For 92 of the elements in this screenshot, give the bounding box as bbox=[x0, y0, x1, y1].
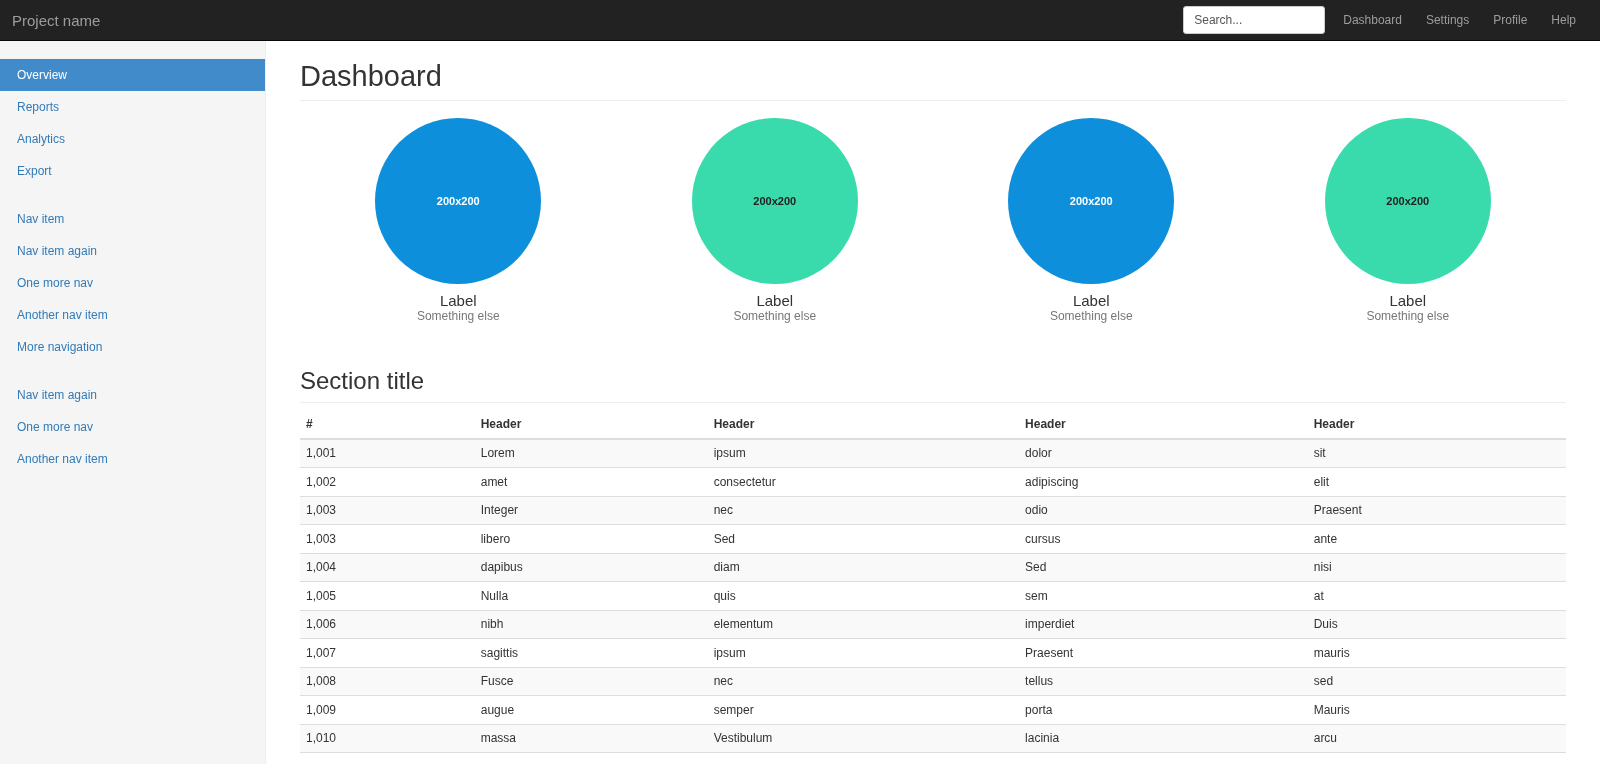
placeholder-caption: Something else bbox=[1049, 308, 1133, 323]
table-cell: 1,002 bbox=[300, 467, 475, 497]
table-cell: consectetur bbox=[707, 467, 1020, 497]
table-cell: quis bbox=[707, 581, 1020, 611]
column-header: Header bbox=[1019, 409, 1308, 439]
table-cell: ipsum bbox=[707, 438, 1020, 468]
table-cell: elit bbox=[1307, 467, 1566, 497]
table-cell: sem bbox=[1019, 581, 1308, 611]
table-cell: tellus bbox=[1019, 667, 1308, 696]
table-cell: nec bbox=[707, 496, 1020, 525]
table-cell: Duis bbox=[1307, 610, 1566, 639]
placeholder-label: Label bbox=[1072, 291, 1110, 309]
placeholder-label: Label bbox=[439, 291, 477, 309]
placeholder-label: Label bbox=[756, 291, 794, 309]
table-cell: 1,004 bbox=[300, 553, 475, 582]
table-cell: Fusce bbox=[474, 667, 708, 696]
table-cell: 1,009 bbox=[300, 695, 475, 725]
table-cell: nisi bbox=[1307, 553, 1566, 582]
table-cell: Integer bbox=[474, 496, 708, 525]
sidebar-item[interactable]: Nav item again bbox=[0, 235, 265, 267]
placeholder-image: 200x200 bbox=[1008, 117, 1175, 284]
nav-link[interactable]: Profile bbox=[1481, 13, 1540, 27]
table-cell: 1,006 bbox=[300, 610, 475, 639]
sidebar-item[interactable]: Analytics bbox=[0, 123, 265, 155]
table-cell: 1,008 bbox=[300, 667, 475, 696]
table-cell: Mauris bbox=[1307, 695, 1566, 725]
placeholder-caption: Something else bbox=[1366, 308, 1450, 323]
table-cell: 1,003 bbox=[300, 496, 475, 525]
column-header: Header bbox=[1307, 409, 1566, 439]
table-cell: Praesent bbox=[1019, 638, 1308, 668]
table-cell: arcu bbox=[1307, 724, 1566, 753]
placeholder-image: 200x200 bbox=[375, 117, 542, 284]
table-cell: ante bbox=[1307, 524, 1566, 554]
table-cell: 1,003 bbox=[300, 524, 475, 554]
nav-link[interactable]: Dashboard bbox=[1331, 13, 1414, 27]
brand-name[interactable]: Project name bbox=[12, 11, 101, 29]
table-cell: adipiscing bbox=[1019, 467, 1308, 497]
column-header: # bbox=[300, 409, 475, 439]
table-cell: semper bbox=[707, 695, 1020, 725]
table-cell: diam bbox=[707, 553, 1020, 582]
sidebar-item[interactable]: Nav item bbox=[0, 203, 265, 235]
table-cell: dapibus bbox=[474, 553, 708, 582]
placeholder-image: 200x200 bbox=[1324, 117, 1491, 284]
table-cell: porta bbox=[1019, 695, 1308, 725]
table-cell: Sed bbox=[1019, 553, 1308, 582]
table-cell: libero bbox=[474, 524, 708, 554]
table-cell: Vestibulum bbox=[707, 724, 1020, 753]
table-cell: elementum bbox=[707, 610, 1020, 639]
table-cell: 1,001 bbox=[300, 438, 475, 468]
table-cell: augue bbox=[474, 695, 708, 725]
sidebar-item[interactable]: Overview bbox=[0, 59, 265, 91]
table-cell: 1,010 bbox=[300, 724, 475, 753]
table-cell: cursus bbox=[1019, 524, 1308, 554]
section-title: Section title bbox=[300, 366, 1566, 403]
sidebar-item[interactable]: Export bbox=[0, 155, 265, 187]
sidebar-item[interactable]: One more nav bbox=[0, 411, 265, 443]
placeholder-caption: Something else bbox=[733, 308, 817, 323]
table-cell: dolor bbox=[1019, 438, 1308, 468]
column-header: Header bbox=[474, 409, 708, 439]
column-header: Header bbox=[707, 409, 1020, 439]
table-cell: 1,005 bbox=[300, 581, 475, 611]
search-field[interactable]: Search... bbox=[1183, 6, 1326, 34]
table-cell: lacinia bbox=[1019, 724, 1308, 753]
table-cell: at bbox=[1307, 581, 1566, 611]
table-cell: nibh bbox=[474, 610, 708, 639]
table-cell: imperdiet bbox=[1019, 610, 1308, 639]
sidebar-item[interactable]: More navigation bbox=[0, 331, 265, 363]
sidebar-item[interactable]: Nav item again bbox=[0, 379, 265, 411]
page-title: Dashboard bbox=[300, 59, 1566, 101]
placeholder-label: Label bbox=[1389, 291, 1427, 309]
table-cell: nec bbox=[707, 667, 1020, 696]
table-cell: sagittis bbox=[474, 638, 708, 668]
table-cell: amet bbox=[474, 467, 708, 497]
table-cell: Praesent bbox=[1307, 496, 1566, 525]
table-cell: sit bbox=[1307, 438, 1566, 468]
sidebar-item[interactable]: One more nav bbox=[0, 267, 265, 299]
nav-link[interactable]: Help bbox=[1539, 13, 1588, 27]
table-cell: 1,007 bbox=[300, 638, 475, 668]
table-cell: sed bbox=[1307, 667, 1566, 696]
table-cell: massa bbox=[474, 724, 708, 753]
nav-link[interactable]: Settings bbox=[1413, 13, 1482, 27]
table-cell: Lorem bbox=[474, 438, 708, 468]
table-cell: Sed bbox=[707, 524, 1020, 554]
sidebar-item[interactable]: Another nav item bbox=[0, 299, 265, 331]
placeholder-image: 200x200 bbox=[691, 117, 858, 284]
table-cell: ipsum bbox=[707, 638, 1020, 668]
sidebar-item[interactable]: Another nav item bbox=[0, 443, 265, 475]
table-cell: Nulla bbox=[474, 581, 708, 611]
sidebar-item[interactable]: Reports bbox=[0, 91, 265, 123]
table-cell: mauris bbox=[1307, 638, 1566, 668]
placeholder-caption: Something else bbox=[416, 308, 500, 323]
table-cell: odio bbox=[1019, 496, 1308, 525]
